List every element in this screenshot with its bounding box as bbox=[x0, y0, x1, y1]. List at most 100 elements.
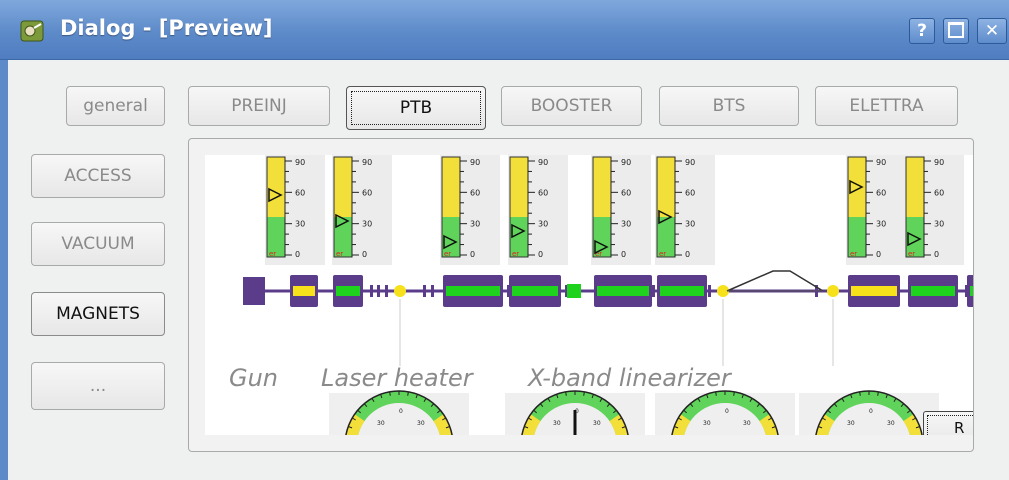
dial-tick bbox=[859, 391, 861, 396]
dial-tick-label: 0 bbox=[869, 408, 873, 415]
close-button[interactable]: ✕ bbox=[977, 18, 1007, 44]
window-title: Dialog - [Preview] bbox=[60, 16, 273, 40]
dial-tick-label: 30 bbox=[887, 420, 895, 427]
bar-gauge-yellow-zone bbox=[267, 157, 285, 217]
dial-tick-label: 30 bbox=[743, 420, 751, 427]
dial-tick bbox=[407, 391, 409, 396]
bar-gauge-tick-label: 30 bbox=[295, 219, 305, 228]
quadrupole bbox=[423, 285, 426, 297]
dial-tick bbox=[877, 391, 879, 396]
bar-gauge-unit: er bbox=[512, 250, 519, 258]
bar-gauge-yellow-zone bbox=[906, 157, 924, 217]
synoptic-canvas: 90 60 30 0 er 90 60 30 0 er 90 60 30 0 er 90 60 30 0 er 90 60… bbox=[205, 155, 973, 435]
bar-gauge-unit: er bbox=[908, 250, 915, 258]
section-core bbox=[911, 286, 955, 296]
section-core bbox=[660, 286, 704, 296]
help-button[interactable]: ? bbox=[909, 18, 935, 44]
bar-gauge-tick-label: 30 bbox=[685, 219, 695, 228]
elettra-button[interactable]: ELETTRA bbox=[815, 86, 958, 126]
section-core bbox=[512, 286, 558, 296]
bar-gauge-tick-label: 30 bbox=[470, 219, 480, 228]
bar-gauge-yellow-zone bbox=[593, 157, 611, 217]
bar-gauge-tick-label: 90 bbox=[538, 158, 548, 167]
beam-monitor bbox=[827, 285, 839, 297]
dial-tick-label: 30 bbox=[377, 420, 385, 427]
bar-gauge-tick-label: 90 bbox=[295, 158, 305, 167]
bar-gauge-tick-label: 90 bbox=[876, 158, 886, 167]
bar-gauge-tick-label: 0 bbox=[876, 250, 881, 259]
caption-laser-heater: Laser heater bbox=[321, 364, 473, 392]
bar-gauge-tick-label: 30 bbox=[876, 219, 886, 228]
bar-gauge-tick-label: 90 bbox=[621, 158, 631, 167]
dial-tick-label: 30 bbox=[847, 420, 855, 427]
app-icon bbox=[20, 20, 44, 42]
dial-tick-label: 30 bbox=[417, 420, 425, 427]
more-button[interactable]: ... bbox=[31, 362, 165, 410]
preinj-button[interactable]: PREINJ bbox=[188, 86, 330, 126]
bar-gauge-tick-label: 30 bbox=[362, 219, 372, 228]
quadrupole bbox=[370, 285, 373, 297]
bar-gauge-tick-label: 60 bbox=[538, 189, 548, 198]
bar-gauge-tick-label: 0 bbox=[538, 250, 543, 259]
bar-gauge-yellow-zone bbox=[657, 157, 675, 217]
bar-gauge-tick-label: 0 bbox=[362, 250, 367, 259]
booster-button[interactable]: BOOSTER bbox=[501, 86, 642, 126]
bar-gauge-yellow-zone bbox=[442, 157, 460, 217]
dial-tick-label: 30 bbox=[703, 420, 711, 427]
window-frame-left bbox=[0, 60, 8, 480]
bar-gauge-tick-label: 60 bbox=[685, 189, 695, 198]
focus-ring bbox=[927, 415, 973, 435]
bar-gauge-unit: er bbox=[659, 250, 666, 258]
magnets-button[interactable]: MAGNETS bbox=[31, 292, 165, 336]
quadrupole bbox=[377, 285, 380, 297]
beam-monitor bbox=[394, 285, 406, 297]
general-button[interactable]: general bbox=[66, 86, 165, 126]
dial-tick bbox=[583, 391, 585, 396]
quadrupole bbox=[652, 285, 655, 297]
dial-tick-label: 30 bbox=[553, 420, 561, 427]
window-titlebar[interactable]: Dialog - [Preview] ? ✕ bbox=[0, 0, 1009, 60]
section-core bbox=[336, 286, 360, 296]
bar-gauge-unit: er bbox=[336, 250, 343, 258]
quadrupole bbox=[431, 285, 434, 297]
bar-gauge-tick-label: 0 bbox=[685, 250, 690, 259]
bar-gauge-tick-label: 30 bbox=[621, 219, 631, 228]
dial-tick-label: 30 bbox=[593, 420, 601, 427]
quadrupole bbox=[385, 285, 388, 297]
bar-gauge-yellow-zone bbox=[334, 157, 352, 217]
vacuum-button[interactable]: VACUUM bbox=[31, 222, 165, 266]
access-button[interactable]: ACCESS bbox=[31, 154, 165, 198]
partial-button[interactable]: R bbox=[923, 411, 973, 435]
caption-xband-linearizer: X-band linearizer bbox=[528, 364, 731, 392]
focus-ring bbox=[351, 91, 481, 125]
bunch-compressor-chicane bbox=[726, 270, 824, 292]
bar-gauge-yellow-zone bbox=[510, 157, 528, 217]
quadrupole bbox=[708, 285, 711, 297]
bar-gauge-tick-label: 30 bbox=[934, 219, 944, 228]
dial-tick-label: 0 bbox=[399, 408, 403, 415]
section-core bbox=[293, 286, 315, 296]
bar-gauge-unit: er bbox=[269, 250, 276, 258]
bar-gauge-tick-label: 0 bbox=[470, 250, 475, 259]
quadrupole bbox=[965, 285, 968, 297]
bar-gauge-unit: er bbox=[850, 250, 857, 258]
dial-tick bbox=[389, 391, 391, 396]
caption-gun: Gun bbox=[229, 364, 279, 392]
ptb-button[interactable]: PTB bbox=[346, 86, 486, 130]
gun-cavity bbox=[243, 277, 265, 305]
bar-gauge-tick-label: 60 bbox=[362, 189, 372, 198]
section-core bbox=[446, 286, 500, 296]
dial-tick-label: 0 bbox=[725, 408, 729, 415]
bar-gauge-tick-label: 0 bbox=[621, 250, 626, 259]
quadrupole bbox=[507, 285, 510, 297]
bar-gauge-tick-label: 90 bbox=[362, 158, 372, 167]
bar-gauge-tick-label: 60 bbox=[621, 189, 631, 198]
bar-gauge-tick-label: 0 bbox=[934, 250, 939, 259]
maximize-icon bbox=[948, 21, 964, 38]
bar-gauge-tick-label: 30 bbox=[538, 219, 548, 228]
xband-cavity bbox=[567, 284, 581, 298]
bar-gauge-tick-label: 90 bbox=[470, 158, 480, 167]
bar-gauge-tick-label: 60 bbox=[934, 189, 944, 198]
maximize-button[interactable] bbox=[943, 18, 969, 44]
bts-button[interactable]: BTS bbox=[659, 86, 799, 126]
